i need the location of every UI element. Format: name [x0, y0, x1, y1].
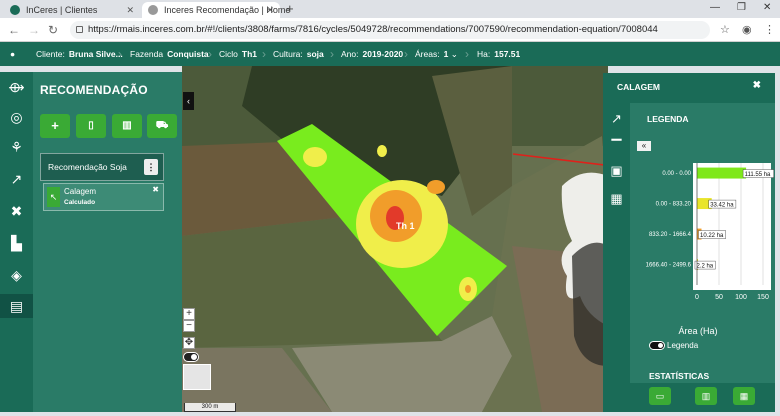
x-tick-label: 50	[715, 294, 723, 301]
category-label: 0.00 - 833.20	[656, 202, 692, 208]
area-histogram: 0 50 100 150 0.00 - 0.00 111.55 ha 0.00 - 833.…	[646, 163, 774, 301]
plot-background	[693, 163, 771, 290]
data-label: 2.2 ha	[696, 263, 713, 269]
save-button[interactable]: ▭	[649, 387, 671, 405]
legend-toggle-label: Legenda	[667, 341, 699, 350]
x-tick-label: 0	[695, 294, 699, 301]
x-tick-label: 100	[735, 294, 747, 301]
category-label: 1666.40 - 2499.6	[646, 263, 692, 269]
panel-footer: ▭ ▥ ▦	[603, 383, 775, 412]
calculator-icon: ▦	[739, 391, 749, 401]
x-tick-label: 150	[757, 294, 769, 301]
legend-toggle[interactable]	[649, 341, 665, 350]
data-label: 33.42 ha	[710, 202, 734, 208]
statistics-heading: ESTATÍSTICAS	[649, 371, 710, 381]
bar	[697, 167, 747, 179]
category-label: 833.20 - 1666.4	[649, 232, 692, 238]
library-button[interactable]: ▥	[695, 387, 717, 405]
chart-x-axis-title: Área (Ha)	[678, 326, 718, 336]
books-icon: ▥	[701, 391, 711, 401]
data-label: 10.22 ha	[700, 233, 724, 239]
category-label: 0.00 - 0.00	[662, 171, 691, 177]
save-icon: ▭	[655, 391, 665, 401]
data-label: 111.55 ha	[745, 172, 771, 178]
calculator-button[interactable]: ▦	[733, 387, 755, 405]
